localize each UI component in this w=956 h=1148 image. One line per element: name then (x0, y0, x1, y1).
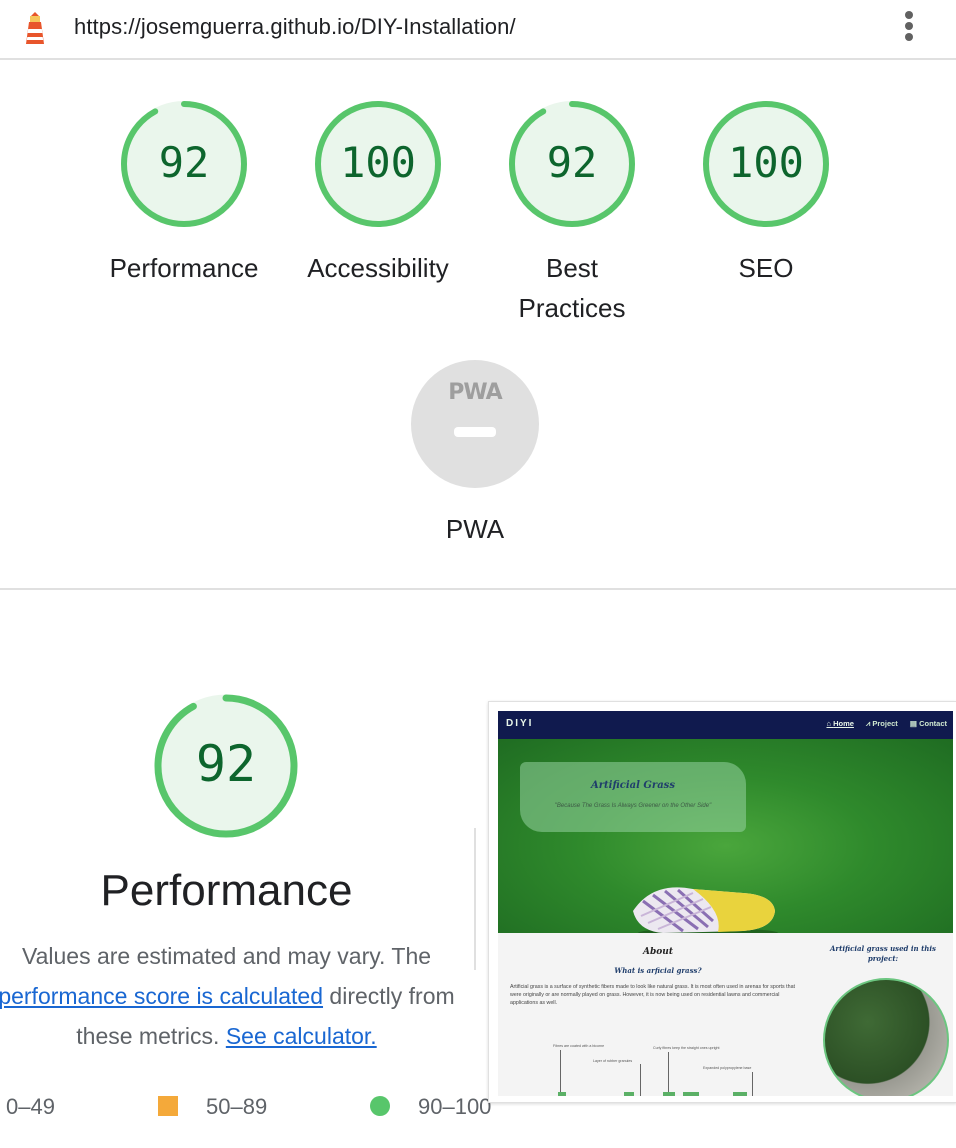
diagram-label-2: Layer of rubber granules (593, 1059, 633, 1063)
diagram-bar (733, 1092, 747, 1096)
legend-fail: 0–49 (6, 1094, 55, 1119)
performance-title: Performance (100, 866, 353, 915)
pwa-badge[interactable]: PWA (411, 360, 539, 488)
diagram-line (560, 1050, 561, 1096)
gauge-best-practices-score: 92 (546, 137, 598, 187)
nav-contact: Contact (919, 719, 947, 728)
site-about: About What is arficial grass? Artificial… (498, 933, 953, 1096)
site-brand: DIYI (506, 718, 534, 729)
gauge-label-performance[interactable]: Performance (89, 248, 279, 288)
diagram-line (668, 1052, 669, 1096)
glove-image (633, 887, 778, 938)
gauge-performance[interactable]: 92 (118, 98, 250, 230)
average-square-icon (158, 1096, 178, 1116)
diagram-label-4: Expanded polypropylene base (703, 1066, 752, 1070)
pass-circle-icon (370, 1096, 390, 1116)
performance-gauge[interactable]: 92 (151, 691, 301, 841)
diagram-bar (663, 1092, 675, 1096)
hero-card: Artificial Grass "Because The Grass Is A… (520, 762, 746, 832)
site-navbar: DIYI ⌂ Home ⩘ Project ▤ Contact (498, 711, 953, 739)
about-title: About (643, 947, 673, 957)
diagram-label-1: Fibres are coated with a bicorne (553, 1044, 605, 1048)
diagram-line (640, 1064, 641, 1096)
nav-home: Home (833, 719, 854, 728)
grass-sample-image (823, 978, 949, 1096)
gauge-performance-score: 92 (158, 137, 210, 187)
nav-project: Project (872, 719, 898, 728)
diagram-label-3: Curly fibres keep the straight ones upri… (653, 1046, 720, 1050)
score-calculated-link[interactable]: performance score is calculated (0, 983, 323, 1009)
gauge-label-accessibility[interactable]: Accessibility (283, 248, 473, 288)
diagram-bar (683, 1092, 699, 1096)
diagram-bar (624, 1092, 634, 1096)
gauge-accessibility-score: 100 (340, 137, 416, 187)
hero-subtitle: "Because The Grass Is Always Greener on … (554, 803, 712, 809)
legend-average: 50–89 (206, 1094, 268, 1119)
page-url[interactable]: https://josemguerra.github.io/DIY-Instal… (74, 14, 516, 40)
diagram-bar (558, 1092, 566, 1096)
lighthouse-icon (26, 12, 44, 44)
gauge-label-seo[interactable]: SEO (671, 248, 861, 288)
pwa-label[interactable]: PWA (405, 509, 545, 549)
gauge-accessibility[interactable]: 100 (312, 98, 444, 230)
url-bar: https://josemguerra.github.io/DIY-Instal… (0, 0, 956, 60)
screenshot-page: DIYI ⌂ Home ⩘ Project ▤ Contact Artifici… (498, 711, 953, 1096)
gauge-seo-score: 100 (728, 137, 804, 187)
side-title: Artificial grass used in this project: (829, 944, 936, 963)
performance-description: Values are estimated and may vary. The p… (0, 936, 473, 1056)
desc-text-1: Values are estimated and may vary. The (21, 943, 432, 969)
see-calculator-link[interactable]: See calculator. (226, 1023, 377, 1049)
gauge-label-best-practices[interactable]: Best Practices (507, 248, 637, 328)
performance-gauge-score: 92 (195, 735, 257, 793)
gauge-best-practices[interactable]: 92 (506, 98, 638, 230)
pwa-dash-icon (454, 427, 496, 437)
legend-pass: 90–100 (418, 1094, 492, 1119)
gauge-seo[interactable]: 100 (700, 98, 832, 230)
final-screenshot-thumbnail[interactable]: DIYI ⌂ Home ⩘ Project ▤ Contact Artifici… (488, 701, 956, 1103)
section-divider (0, 588, 956, 590)
diagram-line (752, 1072, 753, 1096)
hero-title: Artificial Grass (591, 780, 675, 791)
about-text: Artificial grass is a surface of synthet… (510, 984, 795, 1006)
more-vert-icon[interactable] (904, 11, 914, 45)
site-hero: Artificial Grass "Because The Grass Is A… (498, 739, 953, 938)
about-subtitle: What is arficial grass? (614, 966, 702, 975)
site-nav-links: ⌂ Home ⩘ Project ▤ Contact (826, 719, 947, 728)
pwa-badge-text: PWA (448, 380, 502, 405)
vertical-divider (474, 828, 476, 970)
